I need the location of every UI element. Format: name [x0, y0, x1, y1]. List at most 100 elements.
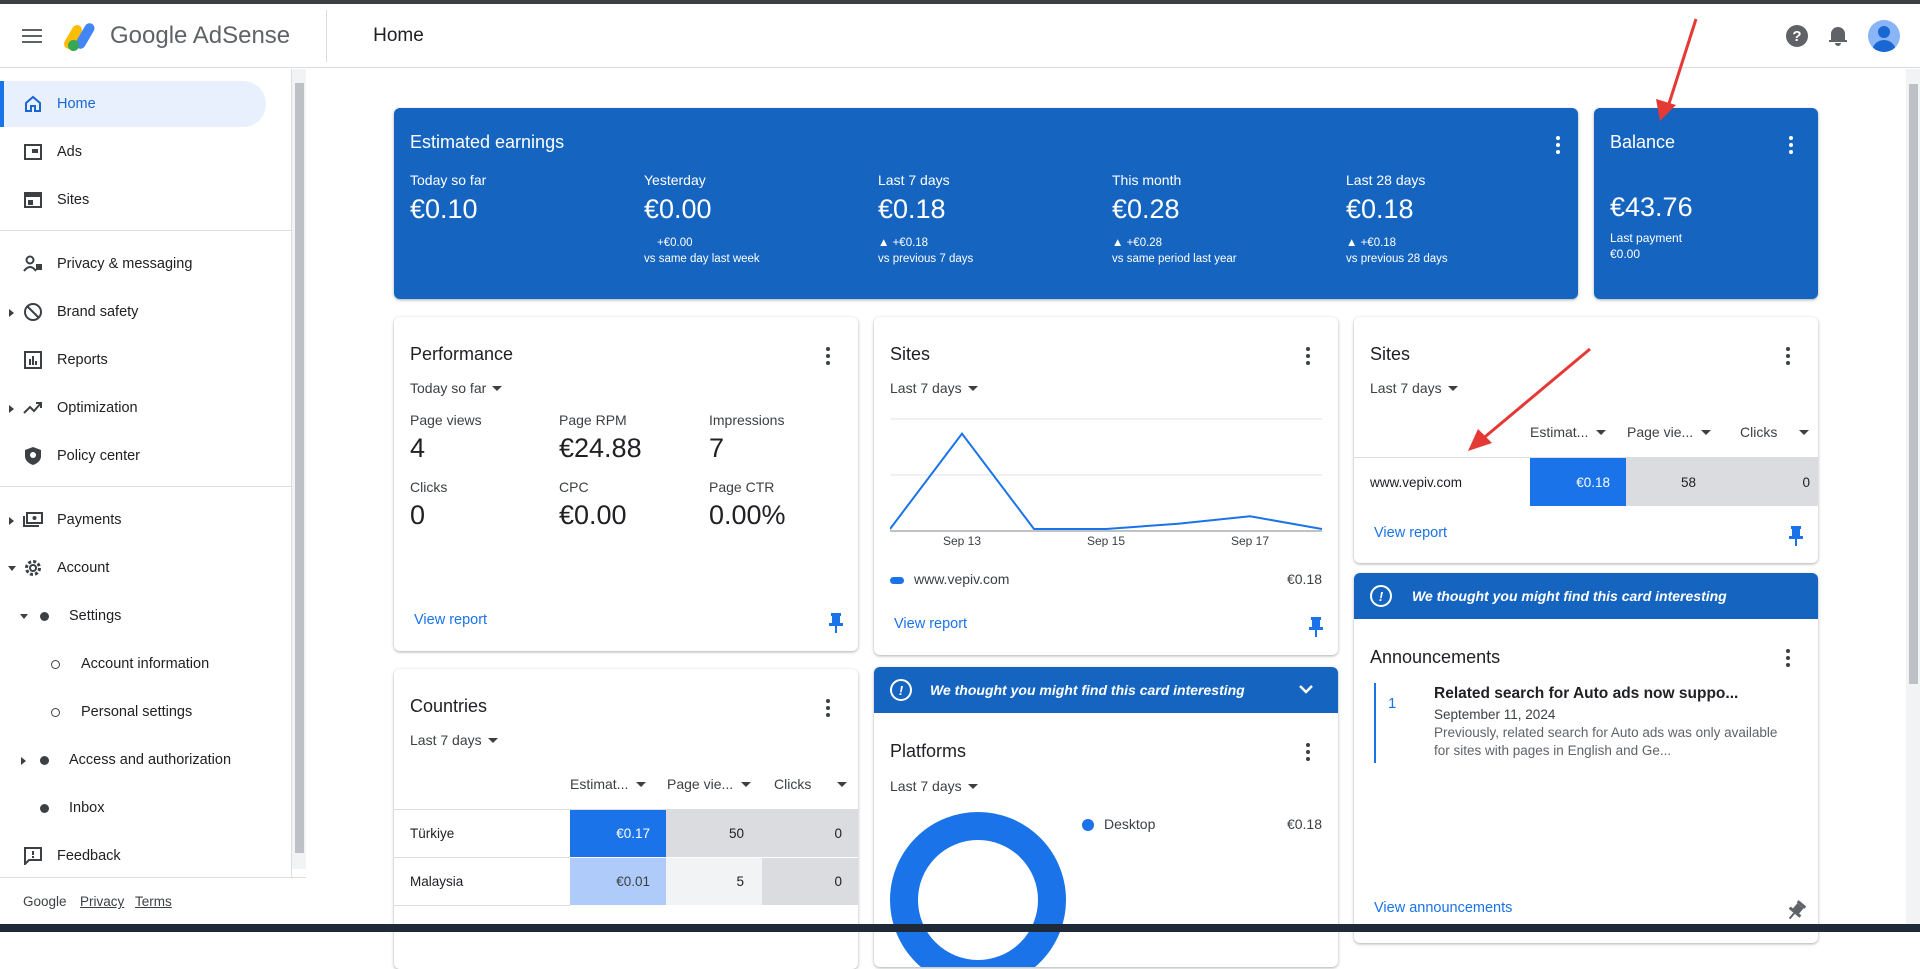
sidebar-item-ads[interactable]: Ads [0, 129, 266, 175]
notifications-bell-icon[interactable] [1828, 25, 1848, 47]
interest-banner[interactable]: ! We thought you might find this card in… [874, 667, 1338, 713]
sidebar-item-payments[interactable]: Payments [0, 497, 266, 543]
collapse-caret-icon[interactable] [8, 566, 16, 571]
earnings-cell: €0.17 [570, 810, 666, 857]
main-scrollbar-thumb[interactable] [1909, 84, 1918, 684]
date-range-dropdown[interactable]: Last 7 days [1370, 380, 1458, 396]
column-header-earnings[interactable]: Estimat... [570, 776, 647, 792]
footer-terms-link[interactable]: Terms [135, 894, 172, 909]
column-header-earnings[interactable]: Estimat... [1530, 424, 1607, 440]
legend-site-label: www.vepiv.com [914, 571, 1010, 587]
footer-privacy-link[interactable]: Privacy [80, 894, 124, 909]
earnings-change: ▲ +€0.28 [1112, 237, 1163, 249]
expand-caret-icon[interactable] [21, 757, 26, 765]
balance-value: €43.76 [1610, 192, 1693, 222]
country-cell[interactable]: Türkiye [410, 810, 454, 857]
more-options-icon[interactable] [1788, 136, 1794, 154]
view-announcements-link[interactable]: View announcements [1374, 900, 1512, 916]
sidebar-divider [0, 486, 292, 487]
sidebar-item-policy-center[interactable]: Policy center [0, 433, 266, 479]
sidebar-item-account[interactable]: Account [0, 545, 266, 591]
earnings-comparison: vs previous 28 days [1346, 253, 1448, 265]
column-header-clicks[interactable]: Clicks [1740, 424, 1810, 440]
series-line[interactable] [890, 431, 1322, 530]
main-scrollbar[interactable] [1906, 69, 1920, 932]
sidebar-item-personal-settings[interactable]: Personal settings [0, 689, 266, 735]
date-range-label: Last 7 days [890, 380, 962, 396]
sidebar-item-label: Privacy & messaging [57, 256, 193, 272]
bullet-dot-icon [40, 756, 49, 765]
date-range-dropdown[interactable]: Today so far [410, 380, 503, 396]
more-options-icon[interactable] [825, 699, 831, 717]
last-payment-label: Last payment [1610, 231, 1683, 245]
account-avatar[interactable] [1868, 20, 1900, 52]
sidebar-item-privacy-messaging[interactable]: Privacy & messaging [0, 241, 266, 287]
hamburger-menu-icon[interactable] [22, 22, 50, 50]
metric-value: 4 [410, 433, 426, 463]
more-options-icon[interactable] [1785, 649, 1791, 667]
country-cell[interactable]: Malaysia [410, 858, 463, 905]
sidebar-item-brand-safety[interactable]: Brand safety [0, 289, 266, 335]
legend-swatch [1082, 819, 1094, 831]
donut-slice-desktop[interactable] [890, 812, 1066, 967]
sites-icon [22, 190, 44, 210]
view-report-link[interactable]: View report [414, 612, 487, 628]
view-report-link[interactable]: View report [894, 616, 967, 632]
estimated-earnings-card: Estimated earnings Today so far €0.10 Ye… [394, 108, 1578, 299]
sidebar-scrollbar[interactable] [292, 69, 306, 869]
date-range-dropdown[interactable]: Last 7 days [890, 380, 978, 396]
more-options-icon[interactable] [1305, 347, 1311, 365]
date-range-label: Last 7 days [890, 778, 962, 794]
sidebar-item-reports[interactable]: Reports [0, 337, 266, 383]
sidebar-scrollbar-thumb[interactable] [295, 83, 304, 853]
metric-label: CPC [559, 479, 589, 495]
platforms-donut-chart[interactable] [890, 812, 1070, 967]
more-options-icon[interactable] [1785, 347, 1791, 365]
expand-caret-icon[interactable] [9, 517, 14, 525]
pin-icon[interactable] [1789, 526, 1803, 546]
collapse-caret-icon[interactable] [20, 614, 28, 619]
chevron-down-icon[interactable] [1298, 684, 1314, 694]
earnings-change: ▲ +€0.18 [878, 237, 929, 249]
adsense-logo-icon[interactable] [62, 20, 100, 52]
pin-icon[interactable] [1309, 617, 1323, 637]
announcement-headline[interactable]: Related search for Auto ads now suppo... [1434, 685, 1738, 703]
earnings-label: Last 28 days [1346, 172, 1426, 188]
sidebar-item-home[interactable]: Home [0, 81, 266, 127]
announcement-index: 1 [1388, 695, 1397, 712]
earnings-cell: €0.01 [570, 858, 666, 905]
date-range-dropdown[interactable]: Last 7 days [410, 732, 498, 748]
unpinned-icon[interactable] [1784, 899, 1808, 923]
sidebar-item-inbox[interactable]: Inbox [0, 785, 266, 831]
date-range-dropdown[interactable]: Last 7 days [890, 778, 978, 794]
more-options-icon[interactable] [1305, 743, 1311, 761]
page-views-cell: 58 [1626, 458, 1722, 506]
sidebar-item-settings[interactable]: Settings [0, 593, 266, 639]
sites-line-chart[interactable]: Sep 13 Sep 15 Sep 17 [890, 417, 1322, 547]
pin-icon[interactable] [829, 613, 843, 633]
metric-value: €24.88 [559, 433, 642, 463]
sidebar-item-sites[interactable]: Sites [0, 177, 266, 223]
expand-caret-icon[interactable] [9, 309, 14, 317]
sidebar-item-label: Optimization [57, 400, 138, 416]
site-name-cell[interactable]: www.vepiv.com [1370, 458, 1462, 506]
brand-name[interactable]: Google AdSense [110, 22, 290, 50]
column-header-page-views[interactable]: Page vie... [1627, 424, 1712, 440]
platforms-title: Platforms [890, 741, 967, 761]
announcement-body: for sites with pages in English and Ge..… [1434, 743, 1672, 758]
column-header-label: Estimat... [1530, 424, 1589, 440]
help-icon[interactable]: ? [1786, 25, 1808, 47]
dropdown-arrow-icon [487, 737, 498, 743]
sidebar-item-access-authorization[interactable]: Access and authorization [0, 737, 266, 783]
sidebar-item-feedback[interactable]: Feedback [0, 833, 266, 879]
sidebar-item-account-information[interactable]: Account information [0, 641, 266, 687]
column-header-clicks[interactable]: Clicks [774, 776, 848, 792]
sidebar-divider [0, 230, 292, 231]
expand-caret-icon[interactable] [9, 405, 14, 413]
sidebar-item-optimization[interactable]: Optimization [0, 385, 266, 431]
column-header-page-views[interactable]: Page vie... [667, 776, 752, 792]
more-options-icon[interactable] [825, 347, 831, 365]
x-tick-label: Sep 15 [1087, 534, 1125, 547]
view-report-link[interactable]: View report [1374, 525, 1447, 541]
more-options-icon[interactable] [1555, 136, 1561, 154]
